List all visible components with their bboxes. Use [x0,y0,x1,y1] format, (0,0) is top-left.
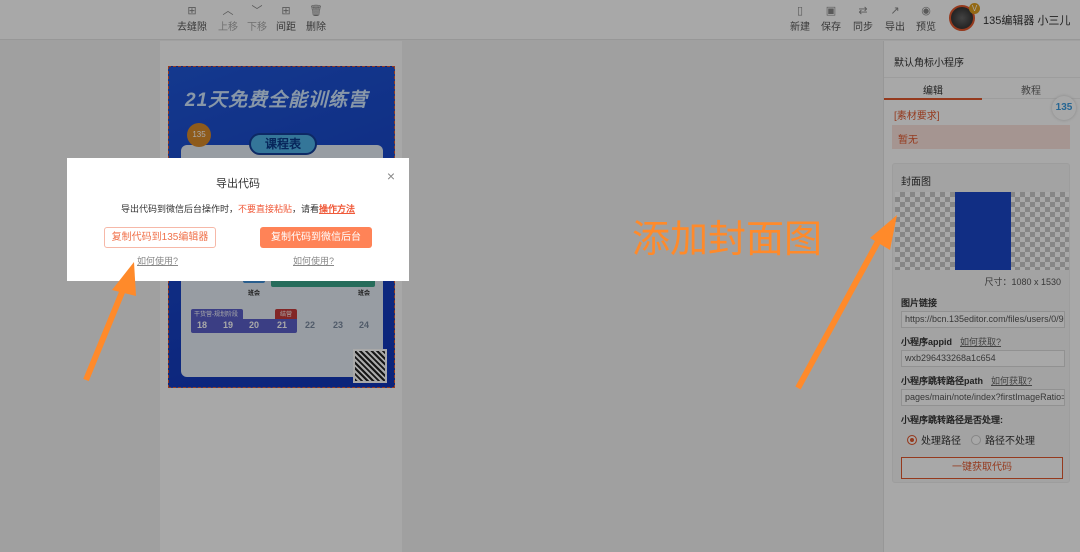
arrow-right-icon [795,215,897,390]
annotation-arrows [83,215,897,390]
arrow-left-icon [83,262,136,382]
